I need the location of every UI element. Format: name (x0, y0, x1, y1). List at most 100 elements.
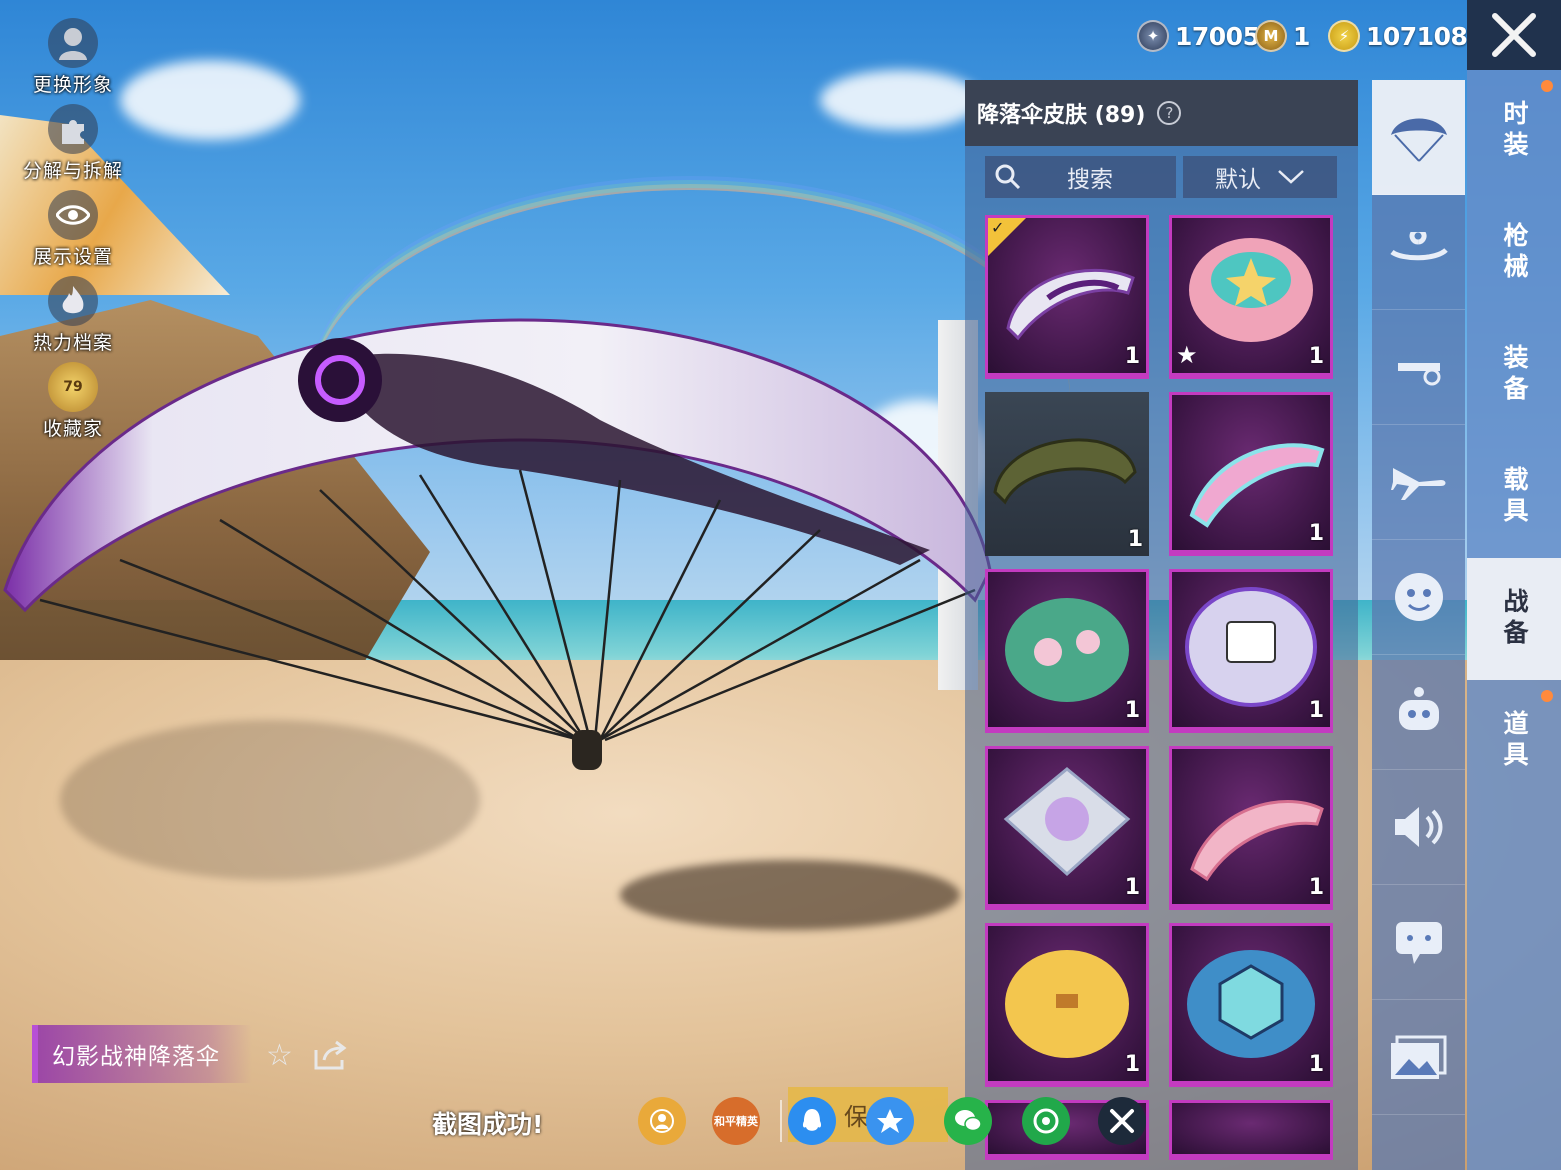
m-coin-value: 1 (1293, 21, 1310, 51)
parachute-skin-thumb (1185, 587, 1317, 707)
inventory-panel: 降落伞皮肤 (89) ? 搜索 默认 ✓ 1 ★ 1 1 1 1 1 1 1 1… (965, 80, 1358, 1170)
photo-icon (1390, 1035, 1446, 1079)
parachute-skin-thumb (1187, 950, 1315, 1058)
item-card[interactable]: 1 (1169, 392, 1333, 556)
sound-icon (1394, 807, 1442, 847)
rail-parachute[interactable] (1372, 80, 1465, 195)
tab-vehicles[interactable]: 载具 (1467, 436, 1561, 558)
rail-chat[interactable] (1372, 885, 1465, 1000)
item-card[interactable] (1169, 1100, 1333, 1160)
item-card[interactable]: 1 (1169, 746, 1333, 910)
m-coin-balance[interactable]: M 1 (1255, 14, 1310, 58)
item-quantity: 1 (1308, 521, 1324, 546)
display-settings-label: 展示设置 (32, 246, 113, 268)
item-card[interactable]: ✓ 1 (985, 215, 1149, 379)
parachute-skin-thumb (993, 438, 1137, 505)
robot-icon (1398, 687, 1439, 730)
tab-outfits[interactable]: 时装 (1467, 70, 1561, 192)
bp-balance[interactable]: ⚡ 107108 (1328, 14, 1468, 58)
heat-archive-label: 热力档案 (32, 332, 113, 354)
item-quantity: 1 (1308, 875, 1324, 900)
rail-robot[interactable] (1372, 655, 1465, 770)
flame-icon (48, 276, 98, 326)
item-card[interactable]: ★ 1 (1169, 215, 1333, 379)
eye-icon (48, 190, 98, 240)
tab-label: 装备 (1500, 344, 1529, 406)
decompose-label: 分解与拆解 (22, 160, 123, 182)
decompose-button[interactable]: 分解与拆解 (18, 104, 128, 190)
collector-label: 收藏家 (42, 418, 103, 440)
parachute-icon (1390, 118, 1447, 162)
parachute-skin-thumb (1189, 443, 1325, 528)
bp-value: 107108 (1366, 21, 1468, 51)
item-card[interactable]: 1 (985, 569, 1149, 733)
qq-icon[interactable] (788, 1097, 836, 1145)
change-avatar-button[interactable]: 更换形象 (18, 18, 128, 104)
search-icon (995, 164, 1021, 190)
selected-item-name-bar: 幻影战神降落伞 (32, 1025, 252, 1083)
chat-bubble-icon (1395, 922, 1442, 964)
uc-balance[interactable]: ✦ 17005 (1137, 14, 1260, 58)
parachute-preview[interactable] (0, 300, 1000, 820)
rail-drone[interactable] (1372, 310, 1465, 425)
chevron-down-icon (1278, 170, 1304, 184)
item-card[interactable]: 1 (985, 392, 1149, 556)
tab-weapons[interactable]: 枪械 (1467, 192, 1561, 314)
search-label: 搜索 (1067, 167, 1113, 193)
selected-item-name: 幻影战神降落伞 (52, 1044, 220, 1070)
skydive-icon (1389, 232, 1448, 261)
item-card[interactable]: 1 (985, 923, 1149, 1087)
screenshot-toast: 截图成功! (432, 1110, 544, 1139)
notification-dot (1541, 690, 1553, 702)
display-settings-button[interactable]: 展示设置 (18, 190, 128, 276)
m-coin-icon: M (1255, 20, 1287, 52)
game-partner-label: 和平精英 (714, 1115, 758, 1128)
close-button[interactable] (1467, 0, 1561, 70)
profile-share-icon[interactable] (638, 1097, 686, 1145)
close-icon (1492, 13, 1536, 57)
rail-plane[interactable] (1372, 425, 1465, 540)
sort-dropdown[interactable]: 默认 (1183, 156, 1337, 198)
close-share-icon[interactable] (1098, 1097, 1146, 1145)
share-icon[interactable] (314, 1040, 348, 1070)
tab-gear[interactable]: 装备 (1467, 314, 1561, 436)
tab-items[interactable]: 道具 (1467, 680, 1561, 802)
game-partner-icon[interactable]: 和平精英 (712, 1097, 760, 1145)
qzone-icon[interactable] (866, 1097, 914, 1145)
subcategory-rail (1372, 80, 1465, 1170)
search-input[interactable]: 搜索 (985, 156, 1176, 198)
heat-archive-button[interactable]: 热力档案 (18, 276, 128, 362)
rail-skydive[interactable] (1372, 195, 1465, 310)
tab-label: 时装 (1500, 100, 1529, 162)
tab-combat-gear[interactable]: 战备 (1467, 558, 1561, 680)
parachute-skin-thumb (1003, 767, 1131, 877)
panel-header: 降落伞皮肤 (89) ? (965, 80, 1358, 146)
favorite-star-outline-icon[interactable]: ☆ (266, 1038, 293, 1073)
rail-photo[interactable] (1372, 1000, 1465, 1115)
panel-title: 降落伞皮肤 (89) (977, 103, 1146, 128)
sort-label: 默认 (1215, 167, 1261, 193)
collector-button[interactable]: 79 收藏家 (18, 362, 128, 448)
share-divider (780, 1100, 782, 1142)
rail-sound[interactable] (1372, 770, 1465, 885)
puzzle-icon (48, 104, 98, 154)
item-quantity: 1 (1124, 875, 1140, 900)
uc-value: 17005 (1175, 21, 1260, 51)
item-card[interactable]: 1 (1169, 923, 1333, 1087)
plane-icon (1390, 468, 1445, 500)
item-quantity: 1 (1308, 1052, 1324, 1077)
help-icon[interactable]: ? (1157, 101, 1182, 125)
parachute-skin-thumb (1190, 800, 1324, 882)
rail-emote[interactable] (1372, 540, 1465, 655)
moments-icon[interactable] (1022, 1097, 1070, 1145)
drone-icon (1397, 363, 1440, 386)
parachute-skin-thumb (1005, 950, 1129, 1058)
wechat-icon[interactable] (944, 1097, 992, 1145)
tab-label: 载具 (1500, 466, 1529, 528)
change-avatar-label: 更换形象 (32, 74, 113, 96)
item-quantity: 1 (1308, 698, 1324, 723)
notification-dot (1541, 80, 1553, 92)
item-quantity: 1 (1124, 344, 1140, 369)
item-card[interactable]: 1 (1169, 569, 1333, 733)
item-card[interactable]: 1 (985, 746, 1149, 910)
